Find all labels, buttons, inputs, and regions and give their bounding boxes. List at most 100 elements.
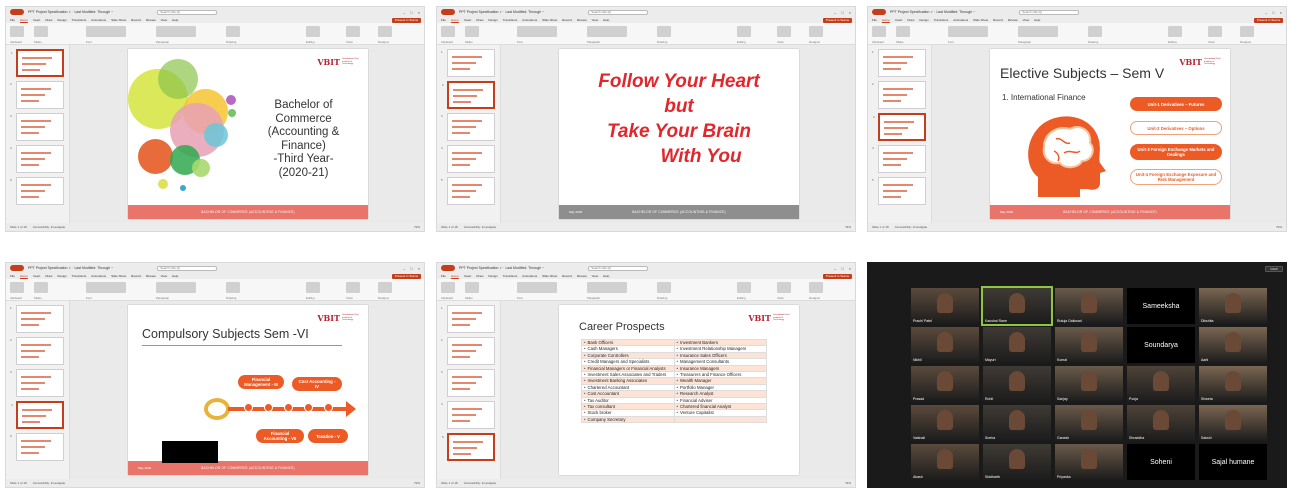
close-icon[interactable]: ×	[418, 266, 420, 271]
participant-tile[interactable]: Ganesh	[1055, 405, 1123, 441]
ribbon-button[interactable]	[657, 282, 671, 293]
autosave-toggle[interactable]	[10, 9, 24, 15]
ribbon-button[interactable]	[441, 282, 455, 293]
tab-draw[interactable]: Draw	[45, 274, 52, 278]
ribbon-button[interactable]	[378, 26, 392, 37]
participant-tile[interactable]: Dikshita	[1199, 288, 1267, 324]
search-input[interactable]: Search (Alt+Q)	[1019, 9, 1080, 15]
maximize-icon[interactable]: □	[410, 266, 412, 271]
slide-thumbnail[interactable]: 5	[872, 177, 926, 205]
participant-tile[interactable]: Nikhil	[911, 327, 979, 363]
maximize-icon[interactable]: □	[841, 266, 843, 271]
tab-home[interactable]: Home	[882, 18, 890, 22]
tab-draw[interactable]: Draw	[476, 18, 483, 22]
autosave-toggle[interactable]	[441, 265, 455, 271]
close-icon[interactable]: ×	[849, 266, 851, 271]
slide-thumbnail[interactable]: 1	[441, 305, 495, 333]
search-input[interactable]: Search (Alt+Q)	[157, 265, 218, 271]
ribbon-button[interactable]	[34, 282, 48, 293]
ribbon-button[interactable]	[226, 282, 240, 293]
autosave-toggle[interactable]	[872, 9, 886, 15]
tab-view[interactable]: View	[161, 274, 167, 278]
ribbon-button[interactable]	[587, 282, 627, 293]
participant-tile[interactable]: Shweta	[1199, 366, 1267, 402]
tab-slide-show[interactable]: Slide Show	[973, 18, 988, 22]
accessibility-status[interactable]: Accessibility: Investigate	[895, 225, 928, 229]
tab-help[interactable]: Help	[172, 274, 178, 278]
present-in-teams-button[interactable]: Present in Teams	[822, 273, 852, 279]
tab-draw[interactable]: Draw	[476, 274, 483, 278]
tab-view[interactable]: View	[161, 18, 167, 22]
minimize-icon[interactable]: –	[834, 266, 836, 271]
participant-tile[interactable]: Priyanka	[1055, 444, 1123, 480]
zoom-level[interactable]: 79%	[414, 481, 420, 485]
search-input[interactable]: Search (Alt+Q)	[157, 9, 218, 15]
slide-thumbnail[interactable]: 3	[441, 369, 495, 397]
tab-record[interactable]: Record	[562, 274, 572, 278]
ribbon-button[interactable]	[517, 26, 557, 37]
tab-help[interactable]: Help	[172, 18, 178, 22]
tab-animations[interactable]: Animations	[953, 18, 968, 22]
accessibility-status[interactable]: Accessibility: Investigate	[33, 481, 66, 485]
ribbon-button[interactable]	[86, 26, 126, 37]
zoom-view-button[interactable]: VIEW	[1265, 266, 1283, 272]
slide-thumbnail[interactable]: 3	[10, 369, 64, 397]
slide-thumbnail[interactable]: 2	[872, 81, 926, 109]
present-in-teams-button[interactable]: Present in Teams	[391, 273, 421, 279]
tab-slide-show[interactable]: Slide Show	[542, 274, 557, 278]
tab-home[interactable]: Home	[451, 274, 459, 278]
maximize-icon[interactable]: □	[841, 10, 843, 15]
zoom-level[interactable]: 79%	[845, 481, 851, 485]
close-icon[interactable]: ×	[1280, 10, 1282, 15]
slide-thumbnail[interactable]: 3	[873, 113, 926, 141]
ribbon-button[interactable]	[86, 282, 126, 293]
slide-thumbnail[interactable]: 4	[872, 145, 926, 173]
ribbon-button[interactable]	[809, 26, 823, 37]
ribbon-button[interactable]	[1088, 26, 1102, 37]
participant-tile[interactable]: Prachi Patel	[911, 288, 979, 324]
slide-thumbnail[interactable]: 2	[441, 337, 495, 365]
tab-help[interactable]: Help	[603, 274, 609, 278]
ribbon-button[interactable]	[34, 26, 48, 37]
present-in-teams-button[interactable]: Present in Teams	[822, 17, 852, 23]
ribbon-button[interactable]	[465, 282, 479, 293]
tab-file[interactable]: File	[10, 18, 15, 22]
ribbon-button[interactable]	[587, 26, 627, 37]
slide-thumbnail[interactable]: 1	[872, 49, 926, 77]
zoom-level[interactable]: 79%	[845, 225, 851, 229]
slide-thumbnail[interactable]: 1	[11, 49, 64, 77]
tab-slide-show[interactable]: Slide Show	[111, 274, 126, 278]
tab-home[interactable]: Home	[451, 18, 459, 22]
ribbon-button[interactable]	[378, 282, 392, 293]
ribbon-button[interactable]	[948, 26, 988, 37]
tab-file[interactable]: File	[872, 18, 877, 22]
tab-animations[interactable]: Animations	[522, 274, 537, 278]
minimize-icon[interactable]: –	[403, 10, 405, 15]
tab-draw[interactable]: Draw	[45, 18, 52, 22]
slide-thumbnail[interactable]: 2	[10, 81, 64, 109]
maximize-icon[interactable]: □	[1272, 10, 1274, 15]
ribbon-button[interactable]	[10, 282, 24, 293]
tab-animations[interactable]: Animations	[91, 274, 106, 278]
tab-help[interactable]: Help	[603, 18, 609, 22]
tab-design[interactable]: Design	[919, 18, 928, 22]
tab-record[interactable]: Record	[131, 274, 141, 278]
participant-tile[interactable]: Sajal humane	[1199, 444, 1267, 480]
ribbon-button[interactable]	[1018, 26, 1058, 37]
slide-career-prospects[interactable]: Career Prospects VBIT Vasantdada Patil I…	[559, 305, 799, 475]
tab-file[interactable]: File	[10, 274, 15, 278]
zoom-level[interactable]: 79%	[1276, 225, 1282, 229]
tab-record[interactable]: Record	[562, 18, 572, 22]
close-icon[interactable]: ×	[418, 10, 420, 15]
tab-design[interactable]: Design	[57, 18, 66, 22]
slide-quote[interactable]: Follow Your Heart but Take Your Brain Wi…	[559, 49, 799, 219]
ribbon-button[interactable]	[1208, 26, 1222, 37]
ribbon-button[interactable]	[156, 282, 196, 293]
ribbon-button[interactable]	[441, 26, 455, 37]
participant-tile[interactable]: Pooja	[1127, 366, 1195, 402]
slide-thumbnail[interactable]: 4	[11, 401, 64, 429]
slide-thumbnail[interactable]: 5	[10, 433, 64, 461]
ribbon-button[interactable]	[517, 282, 557, 293]
tab-help[interactable]: Help	[1034, 18, 1040, 22]
tab-animations[interactable]: Animations	[522, 18, 537, 22]
